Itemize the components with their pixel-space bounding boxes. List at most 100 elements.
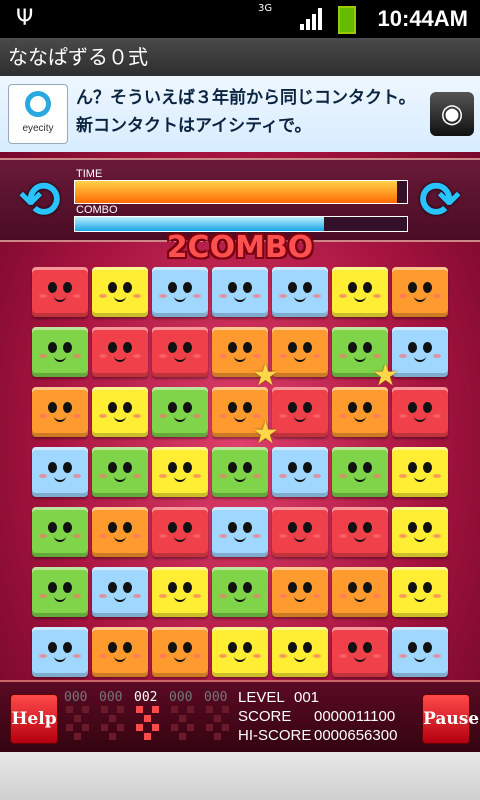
block-mouth [414,654,426,662]
block-eye [183,282,192,293]
block-eye [228,282,237,293]
puzzle-block-blue[interactable] [32,627,88,677]
block-eye [423,402,432,413]
counter-label: 002 [134,690,158,705]
puzzle-block-blue[interactable] [392,327,448,377]
puzzle-block-red[interactable] [152,327,208,377]
puzzle-block-yellow[interactable] [152,567,208,617]
puzzle-block-blue[interactable] [272,447,328,497]
puzzle-block-green[interactable] [32,507,88,557]
puzzle-block-blue[interactable] [32,447,88,497]
puzzle-block-blue[interactable] [392,627,448,677]
puzzle-block-green[interactable] [212,447,268,497]
block-eye [348,642,357,653]
star-icon: ★ [372,358,399,393]
block-blush [159,534,167,538]
block-eye [243,342,252,353]
block-eye [243,522,252,533]
block-eye [168,342,177,353]
puzzle-block-yellow[interactable] [392,507,448,557]
puzzle-board[interactable] [30,262,450,682]
puzzle-block-blue[interactable] [212,507,268,557]
block-blush [133,534,141,538]
rotate-left-icon[interactable]: ⟲ [14,174,66,226]
puzzle-block-orange[interactable] [392,267,448,317]
puzzle-block-yellow[interactable] [332,267,388,317]
puzzle-block-green[interactable] [32,567,88,617]
star-icon: ★ [252,416,279,451]
puzzle-block-yellow[interactable] [392,447,448,497]
block-blush [253,654,261,658]
block-blush [219,654,227,658]
puzzle-block-green[interactable] [212,567,268,617]
block-blush [433,654,441,658]
puzzle-block-yellow[interactable] [272,627,328,677]
pause-button[interactable]: Pause [422,694,479,744]
puzzle-block-orange[interactable] [332,387,388,437]
block-blush [433,594,441,598]
rotate-right-icon[interactable]: ⟳ [414,174,466,226]
puzzle-block-blue[interactable] [272,267,328,317]
puzzle-block-red[interactable] [272,507,328,557]
help-button[interactable]: Help [10,694,58,744]
puzzle-block-blue[interactable] [152,267,208,317]
block-eye [303,642,312,653]
block-eye [423,642,432,653]
puzzle-block-yellow[interactable] [92,267,148,317]
puzzle-block-orange[interactable] [272,567,328,617]
block-mouth [294,414,306,422]
block-blush [73,534,81,538]
block-eye [168,522,177,533]
puzzle-block-green[interactable] [32,327,88,377]
block-mouth [234,594,246,602]
block-blush [159,594,167,598]
puzzle-block-yellow[interactable] [152,447,208,497]
block-mouth [234,654,246,662]
puzzle-block-orange[interactable] [92,627,148,677]
puzzle-block-red[interactable] [32,267,88,317]
globe-icon[interactable]: ◉ [430,92,474,136]
puzzle-block-green[interactable] [152,387,208,437]
puzzle-block-red[interactable] [332,627,388,677]
block-blush [399,534,407,538]
puzzle-block-red[interactable] [392,387,448,437]
ad-banner[interactable]: eyecity ん？そういえば３年前から同じコンタクト。新コンタクトはアイシティ… [0,76,480,154]
puzzle-block-orange[interactable] [332,567,388,617]
block-eye [108,282,117,293]
counter-group: 000 [64,690,94,750]
block-eye [63,402,72,413]
puzzle-block-orange[interactable] [152,627,208,677]
puzzle-block-orange[interactable] [32,387,88,437]
puzzle-block-green[interactable] [332,447,388,497]
counter-cells [206,706,230,742]
counter-label: 000 [204,690,228,705]
block-mouth [174,474,186,482]
block-eye [48,462,57,473]
puzzle-block-yellow[interactable] [392,567,448,617]
puzzle-block-orange[interactable] [92,507,148,557]
block-mouth [54,294,66,302]
puzzle-block-yellow[interactable] [212,627,268,677]
block-blush [313,654,321,658]
puzzle-block-blue[interactable] [212,267,268,317]
puzzle-block-green[interactable] [92,447,148,497]
puzzle-block-yellow[interactable] [92,387,148,437]
block-eye [123,462,132,473]
puzzle-block-red[interactable] [332,507,388,557]
puzzle-block-red[interactable] [152,507,208,557]
block-blush [219,534,227,538]
block-eye [423,522,432,533]
puzzle-block-orange[interactable] [272,327,328,377]
block-mouth [174,594,186,602]
block-eye [228,642,237,653]
puzzle-block-red[interactable] [92,327,148,377]
puzzle-block-red[interactable] [272,387,328,437]
score-label: SCORE [238,708,292,725]
block-blush [313,474,321,478]
block-eye [288,462,297,473]
block-blush [339,474,347,478]
block-eye [108,462,117,473]
puzzle-block-blue[interactable] [92,567,148,617]
combo-label: COMBO [76,204,118,216]
block-eye [243,402,252,413]
